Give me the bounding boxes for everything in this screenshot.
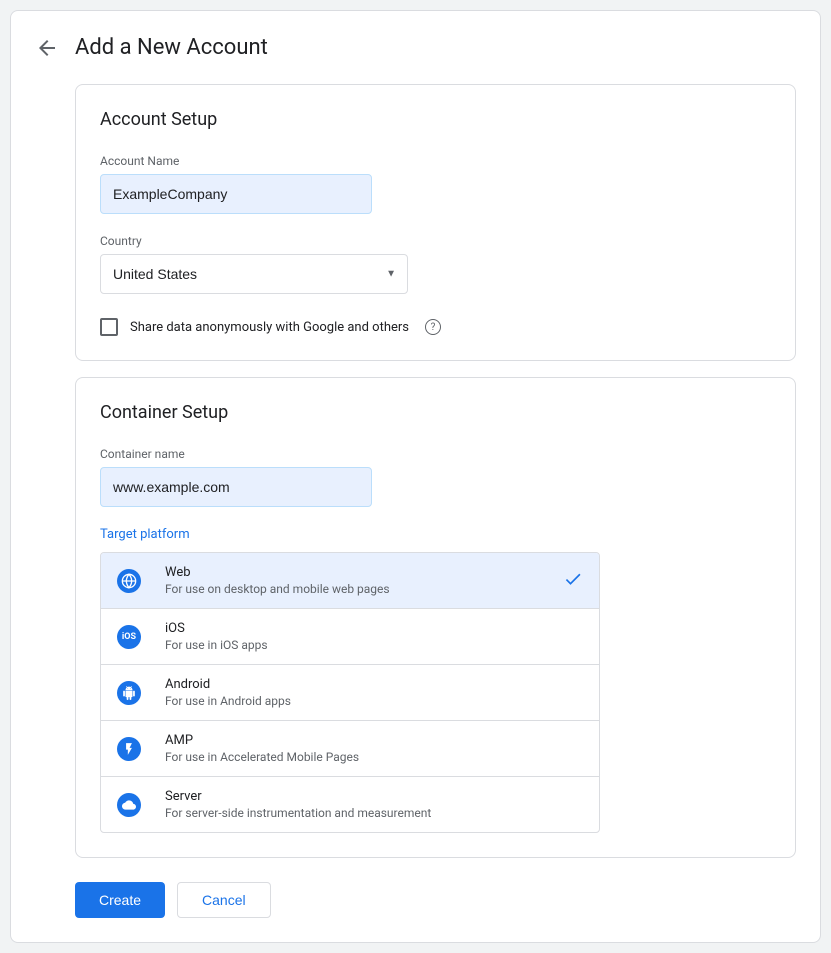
platform-desc: For use in Accelerated Mobile Pages — [165, 750, 583, 764]
account-name-label: Account Name — [100, 154, 771, 168]
platform-item-ios[interactable]: iOS iOS For use in iOS apps — [101, 609, 599, 665]
add-account-panel: Add a New Account Account Setup Account … — [10, 10, 821, 943]
button-row: Create Cancel — [75, 882, 796, 918]
container-setup-title: Container Setup — [100, 402, 771, 423]
platform-name: Android — [165, 677, 583, 692]
platform-item-amp[interactable]: AMP For use in Accelerated Mobile Pages — [101, 721, 599, 777]
container-setup-card: Container Setup Container name Target pl… — [75, 377, 796, 858]
cancel-button[interactable]: Cancel — [177, 882, 271, 918]
container-name-input[interactable] — [100, 467, 372, 507]
country-label: Country — [100, 234, 771, 248]
header-row: Add a New Account — [35, 35, 796, 60]
create-button[interactable]: Create — [75, 882, 165, 918]
platform-item-web[interactable]: Web For use on desktop and mobile web pa… — [101, 553, 599, 609]
back-arrow-icon[interactable] — [35, 36, 59, 60]
account-name-field: Account Name — [100, 154, 771, 214]
platform-name: Web — [165, 565, 583, 580]
share-data-label: Share data anonymously with Google and o… — [130, 320, 409, 335]
platform-list: Web For use on desktop and mobile web pa… — [100, 552, 600, 833]
share-data-checkbox[interactable] — [100, 318, 118, 336]
platform-name: iOS — [165, 621, 583, 636]
target-platform-label: Target platform — [100, 527, 771, 542]
ios-icon: iOS — [117, 625, 141, 649]
page-title: Add a New Account — [75, 35, 268, 60]
web-icon — [117, 569, 141, 593]
account-setup-title: Account Setup — [100, 109, 771, 130]
amp-icon — [117, 737, 141, 761]
server-icon — [117, 793, 141, 817]
platform-name: Server — [165, 789, 583, 804]
account-name-input[interactable] — [100, 174, 372, 214]
platform-desc: For use on desktop and mobile web pages — [165, 582, 583, 596]
country-select[interactable]: United States — [100, 254, 408, 294]
checkmark-icon — [563, 569, 583, 593]
platform-name: AMP — [165, 733, 583, 748]
help-icon[interactable]: ? — [425, 319, 441, 335]
platform-desc: For server-side instrumentation and meas… — [165, 806, 583, 820]
platform-desc: For use in iOS apps — [165, 638, 583, 652]
account-setup-card: Account Setup Account Name Country Unite… — [75, 84, 796, 361]
share-data-row: Share data anonymously with Google and o… — [100, 318, 771, 336]
platform-item-server[interactable]: Server For server-side instrumentation a… — [101, 777, 599, 832]
platform-item-android[interactable]: Android For use in Android apps — [101, 665, 599, 721]
country-field: Country United States ▼ — [100, 234, 771, 294]
container-name-field: Container name — [100, 447, 771, 507]
platform-desc: For use in Android apps — [165, 694, 583, 708]
container-name-label: Container name — [100, 447, 771, 461]
android-icon — [117, 681, 141, 705]
